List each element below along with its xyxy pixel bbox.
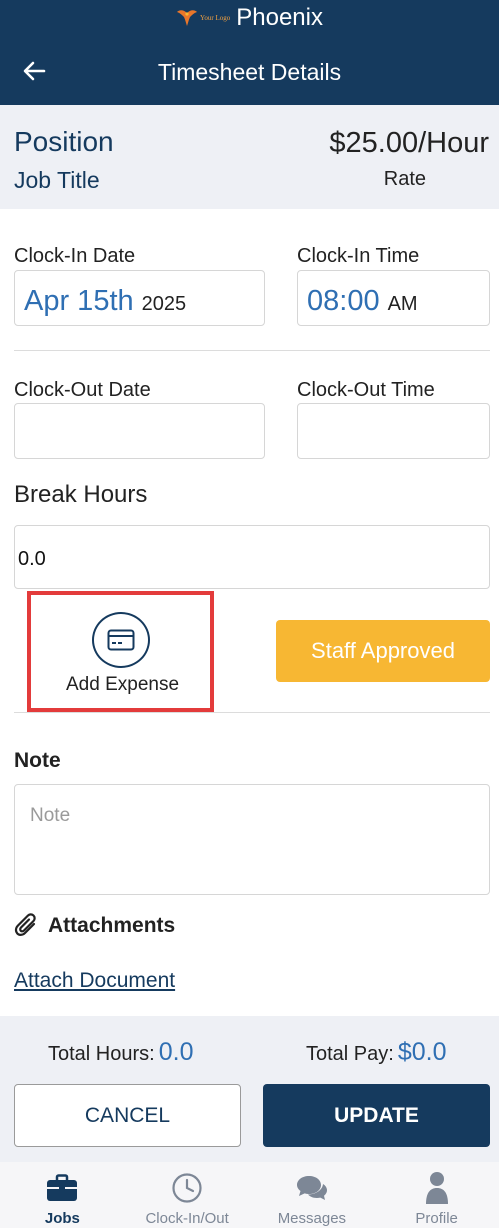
rate-label: Rate <box>383 168 426 190</box>
break-hours-value: 0.0 <box>18 548 46 570</box>
clock-out-date-field[interactable] <box>14 403 265 459</box>
nav-label-messages: Messages <box>277 1210 347 1227</box>
page-title: Timesheet Details <box>157 59 342 85</box>
credit-card-icon <box>107 629 135 651</box>
update-button[interactable]: UPDATE <box>263 1084 490 1147</box>
attach-document-link[interactable]: Attach Document <box>14 969 175 993</box>
app-name: Phoenix <box>236 4 323 31</box>
break-hours-input[interactable] <box>14 525 490 589</box>
total-hours-value: 0.0 <box>158 1038 194 1066</box>
staff-approved-button[interactable]: Staff Approved <box>276 620 490 682</box>
nav-item-messages[interactable]: Messages <box>250 1162 375 1228</box>
position-summary: Position Job Title $25.00/Hour Rate <box>0 105 499 209</box>
total-pay-value: $0.0 <box>397 1038 447 1066</box>
chat-bubbles-icon <box>294 1170 330 1206</box>
break-hours-label: Break Hours <box>14 481 148 508</box>
clock-in-time-label: Clock-In Time <box>297 245 420 267</box>
briefcase-icon <box>44 1170 80 1206</box>
nav-label-jobs: Jobs <box>44 1210 80 1227</box>
clock-out-time-label: Clock-Out Time <box>297 379 435 401</box>
nav-label-clock-in-out: Clock-In/Out <box>145 1210 229 1227</box>
divider <box>14 350 490 351</box>
person-icon <box>419 1170 455 1206</box>
clock-in-year: 2025 <box>141 293 187 315</box>
rate-value: $25.00/Hour <box>329 127 489 159</box>
total-hours-label: Total Hours: <box>48 1043 155 1065</box>
position-title: Position <box>14 126 114 157</box>
total-pay-label: Total Pay: <box>306 1043 394 1065</box>
paperclip-icon <box>14 913 36 936</box>
clock-in-period: AM <box>387 293 418 315</box>
nav-label-profile: Profile <box>415 1210 458 1227</box>
note-label: Note <box>14 749 61 772</box>
clock-in-time-value: 08:00 <box>307 285 380 317</box>
attachments-label: Attachments <box>48 914 176 937</box>
add-expense-label[interactable]: Add Expense <box>66 674 179 696</box>
clock-out-date-label: Clock-Out Date <box>14 379 151 401</box>
nav-item-clock-in-out[interactable]: Clock-In/Out <box>125 1162 250 1228</box>
job-title: Job Title <box>14 167 100 193</box>
app-header: Your Logo Phoenix Timesheet Details <box>0 0 499 105</box>
clock-in-date-value: Apr 15th <box>24 285 134 317</box>
bottom-nav: Jobs Clock-In/Out Messages Profile <box>0 1162 499 1228</box>
note-input[interactable] <box>14 784 490 895</box>
total-pay: Total Pay: $0.0 <box>306 1038 447 1067</box>
attachments-header: Attachments <box>14 912 175 940</box>
divider <box>14 712 490 713</box>
clock-in-date-label: Clock-In Date <box>14 245 136 267</box>
brand: Your Logo Phoenix <box>0 4 499 32</box>
logo-text: Your Logo <box>200 14 231 22</box>
add-expense-button[interactable] <box>92 612 150 668</box>
total-hours: Total Hours: 0.0 <box>48 1038 193 1067</box>
logo: Your Logo <box>176 9 230 27</box>
clock-icon <box>169 1170 205 1206</box>
clock-in-time-field[interactable]: 08:00 AM <box>297 270 490 326</box>
clock-out-time-field[interactable] <box>297 403 490 459</box>
nav-item-profile[interactable]: Profile <box>374 1162 499 1228</box>
clock-in-date-field[interactable]: Apr 15th 2025 <box>14 270 265 326</box>
cancel-button[interactable]: CANCEL <box>14 1084 241 1147</box>
phoenix-logo-icon <box>177 10 198 26</box>
nav-item-jobs[interactable]: Jobs <box>0 1162 125 1228</box>
